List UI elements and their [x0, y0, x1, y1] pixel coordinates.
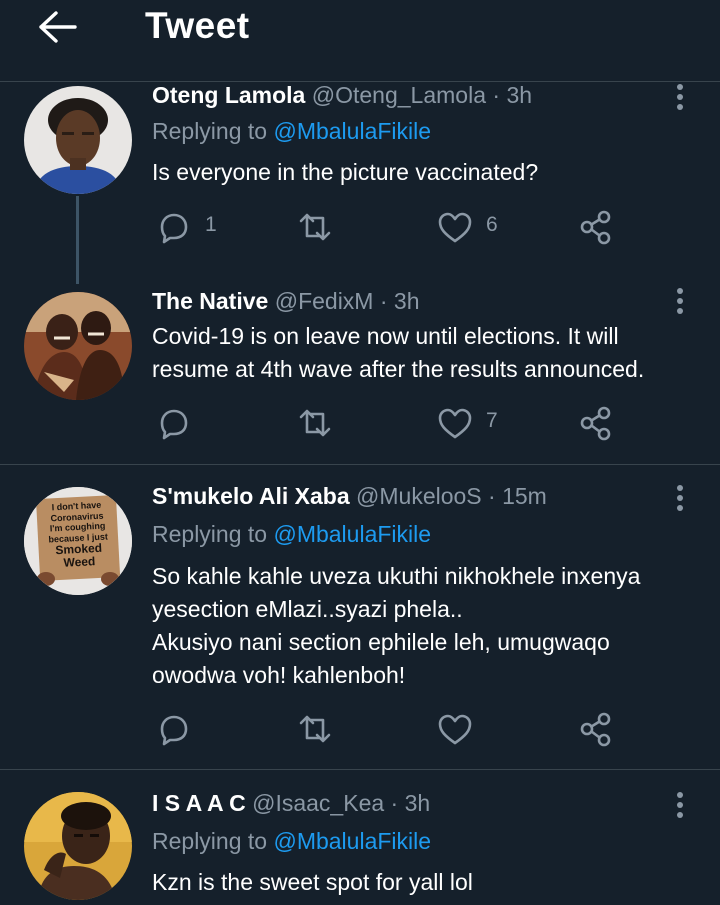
- tweet-isaac[interactable]: I S A A C @Isaac_Kea · 3h Replying to @M…: [0, 770, 720, 905]
- mention-link[interactable]: @MbalulaFikile: [273, 521, 431, 547]
- tweet-text: So kahle kahle uveza ukuthi nikhokhele i…: [152, 560, 712, 692]
- retweet-button[interactable]: [296, 210, 376, 244]
- timestamp[interactable]: 3h: [405, 790, 431, 816]
- tweet-text-line: resume at 4th wave after the results ann…: [152, 356, 645, 382]
- like-button[interactable]: 6: [437, 210, 517, 244]
- retweet-button[interactable]: [296, 712, 376, 746]
- user-handle[interactable]: @MukelooS: [356, 483, 482, 509]
- replying-prefix: Replying to: [152, 118, 268, 144]
- mention-link[interactable]: @MbalulaFikile: [273, 118, 431, 144]
- share-icon: [580, 210, 611, 245]
- top-bar: Tweet: [0, 0, 720, 82]
- avatar[interactable]: [24, 86, 132, 194]
- retweet-icon: [299, 715, 331, 743]
- share-icon: [580, 406, 611, 441]
- tweet-text: Kzn is the sweet spot for yall lol: [152, 869, 473, 895]
- reply-icon: [160, 409, 188, 440]
- tweet-header: I S A A C @Isaac_Kea · 3h: [152, 790, 430, 817]
- heart-icon: [438, 212, 472, 243]
- share-button[interactable]: [578, 406, 618, 441]
- heart-icon: [438, 408, 472, 439]
- tweet-text-line: So kahle kahle uveza ukuthi nikhokhele i…: [152, 563, 641, 589]
- avatar[interactable]: [24, 292, 132, 400]
- tweet-header: S'mukelo Ali Xaba @MukelooS · 15m: [152, 483, 547, 510]
- page-title: Tweet: [145, 5, 250, 46]
- replying-to: Replying to @MbalulaFikile: [152, 828, 431, 855]
- replying-prefix: Replying to: [152, 521, 268, 547]
- tweet-header: Oteng Lamola @Oteng_Lamola · 3h: [152, 82, 532, 109]
- separator-dot: ·: [390, 790, 399, 816]
- more-vertical-icon[interactable]: [670, 483, 690, 513]
- tweet-text-line: Covid-19 is on leave now until elections…: [152, 323, 619, 349]
- retweet-button[interactable]: [296, 406, 376, 440]
- reply-icon: [160, 213, 188, 244]
- reply-icon: [160, 715, 188, 746]
- replying-to: Replying to @MbalulaFikile: [152, 118, 431, 145]
- avatar[interactable]: [24, 792, 132, 900]
- reply-button[interactable]: [156, 712, 236, 746]
- heart-icon: [438, 714, 472, 745]
- reply-count: 1: [205, 213, 217, 236]
- tweet-smukelo-ali-xaba[interactable]: I don't have Coronavirus I'm coughing be…: [0, 465, 720, 770]
- retweet-icon: [299, 409, 331, 437]
- replying-prefix: Replying to: [152, 828, 268, 854]
- like-button[interactable]: 7: [437, 406, 517, 440]
- more-vertical-icon[interactable]: [670, 82, 690, 112]
- retweet-icon: [299, 213, 331, 241]
- tweet-text-line: yesection eMlazi..syazi phela..: [152, 596, 463, 622]
- reply-button[interactable]: 1: [156, 210, 236, 244]
- tweet-the-native[interactable]: The Native @FedixM · 3h Covid-19 is on l…: [0, 284, 720, 465]
- user-handle[interactable]: @Oteng_Lamola: [312, 82, 486, 108]
- like-count: 7: [486, 409, 498, 432]
- separator-dot: ·: [492, 82, 501, 108]
- share-icon: [580, 712, 611, 747]
- tweet-text-line: owodwa voh! kahlenboh!: [152, 662, 406, 688]
- separator-dot: ·: [488, 483, 496, 509]
- tweet-oteng-lamola[interactable]: Oteng Lamola @Oteng_Lamola · 3h Replying…: [0, 82, 720, 266]
- user-handle[interactable]: @FedixM: [275, 288, 374, 314]
- arrow-left-icon[interactable]: [36, 10, 80, 44]
- replying-to: Replying to @MbalulaFikile: [152, 521, 431, 548]
- mention-link[interactable]: @MbalulaFikile: [273, 828, 431, 854]
- tweet-text: Is everyone in the picture vaccinated?: [152, 159, 539, 185]
- avatar[interactable]: I don't have Coronavirus I'm coughing be…: [24, 487, 132, 595]
- share-button[interactable]: [578, 210, 618, 245]
- like-count: 6: [486, 213, 498, 236]
- timestamp[interactable]: 3h: [506, 82, 532, 108]
- avatar-sign-text: I don't have Coronavirus I'm coughing be…: [40, 499, 115, 571]
- like-button[interactable]: [437, 712, 517, 746]
- reply-button[interactable]: [156, 406, 236, 440]
- display-name[interactable]: Oteng Lamola: [152, 82, 305, 108]
- display-name[interactable]: I S A A C: [152, 790, 246, 816]
- tweet-text-line: Akusiyo nani section ephilele leh, umugw…: [152, 629, 610, 655]
- more-vertical-icon[interactable]: [670, 790, 690, 820]
- user-handle[interactable]: @Isaac_Kea: [252, 790, 384, 816]
- timestamp[interactable]: 3h: [394, 288, 420, 314]
- more-vertical-icon[interactable]: [670, 286, 690, 316]
- timestamp[interactable]: 15m: [502, 483, 547, 509]
- tweet-text: Covid-19 is on leave now until elections…: [152, 320, 712, 386]
- display-name[interactable]: The Native: [152, 288, 268, 314]
- tweet-header: The Native @FedixM · 3h: [152, 288, 420, 315]
- share-button[interactable]: [578, 712, 618, 747]
- separator-dot: ·: [379, 288, 388, 314]
- display-name[interactable]: S'mukelo Ali Xaba: [152, 483, 350, 509]
